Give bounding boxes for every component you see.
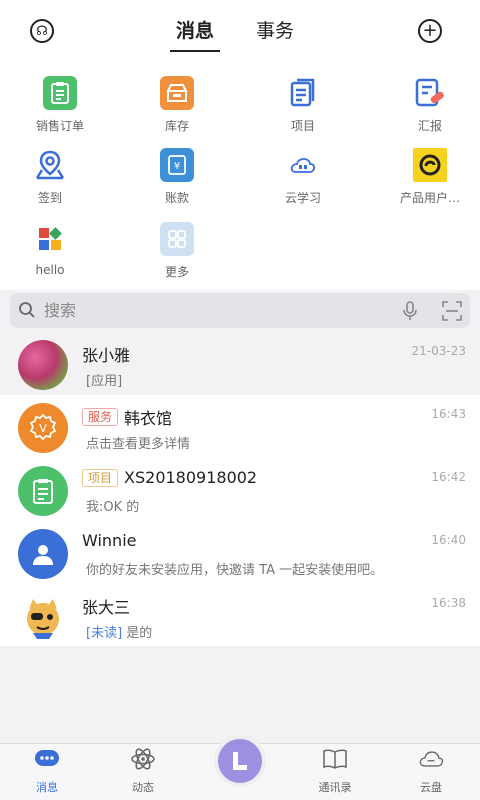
accounts-icon: ¥ [160, 148, 194, 182]
clipboard-avatar [18, 466, 68, 516]
conversation-name-wrap: 张小雅 [82, 342, 130, 366]
conversation-preview: 点击查看更多详情 [86, 437, 191, 452]
svg-text:V: V [39, 422, 47, 435]
app-label: 项目 [290, 119, 315, 133]
svg-text:¥: ¥ [174, 161, 180, 172]
app-more[interactable]: 更多 [117, 222, 237, 288]
report-icon [413, 76, 447, 110]
conversation-row[interactable]: 张大三 [未读] 是的 16:38 [0, 584, 480, 647]
photo-avatar [18, 340, 68, 390]
app-sales-order[interactable]: 销售订单 [0, 76, 120, 142]
hello-app-icon [33, 222, 67, 256]
conversation-row[interactable]: V 服务 韩衣馆 点击查看更多详情 16:43 [0, 395, 480, 458]
book-icon [323, 749, 347, 769]
app-label: 汇报 [417, 119, 442, 133]
center-action-button[interactable] [214, 735, 266, 787]
conversation-name: 张小雅 [82, 346, 131, 365]
cloud-learning-icon [286, 148, 320, 182]
nav-dynamics[interactable]: 动态 [103, 748, 183, 798]
conversation-preview-wrap: [未读] 是的 [86, 622, 456, 641]
conversation-preview: 我:OK 的 [86, 500, 140, 515]
conversation-name-wrap: 服务 韩衣馆 [82, 405, 172, 429]
tab-affairs[interactable]: 事务 [250, 14, 300, 48]
conversation-row[interactable]: Winnie 你的好友未安装应用，快邀请 TA 一起安装使用吧。 16:40 [0, 521, 480, 584]
checkin-icon [33, 148, 67, 182]
conversation-time: 16:40 [431, 533, 466, 547]
nav-label: 云盘 [420, 781, 442, 794]
app-checkin[interactable]: 签到 [0, 148, 110, 214]
search-icon [19, 302, 35, 318]
nav-label: 通讯录 [318, 781, 352, 794]
app-hello[interactable]: hello [0, 222, 110, 288]
app-label: 销售订单 [35, 119, 84, 133]
cloud-icon [419, 751, 444, 767]
app-label: 库存 [164, 119, 189, 133]
conversation-name: 张大三 [82, 598, 131, 617]
sales-order-icon [43, 76, 77, 110]
app-report[interactable]: 汇报 [370, 76, 480, 142]
inventory-icon [160, 76, 194, 110]
conversation-time: 16:42 [431, 470, 466, 484]
messages-icon [35, 750, 59, 766]
person-avatar [18, 529, 68, 579]
tab-messages[interactable]: 消息 [170, 14, 221, 52]
app-label: 云学习 [284, 191, 321, 205]
product-user-icon [413, 148, 447, 182]
app-label: 签到 [37, 191, 62, 205]
conversation-preview: 你的好友未安装应用，快邀请 TA 一起安装使用吧。 [86, 563, 384, 578]
app-accounts[interactable]: ¥ 账款 [117, 148, 237, 214]
app-label: 账款 [164, 191, 189, 205]
nav-messages[interactable]: 消息 [7, 748, 87, 798]
service-tag: 服务 [82, 408, 119, 426]
atom-icon [131, 748, 155, 770]
conversation-time: 21-03-23 [411, 344, 466, 358]
nav-label: 动态 [132, 781, 154, 794]
nav-cloud-disk[interactable]: 云盘 [391, 748, 471, 798]
nav-contacts[interactable]: 通讯录 [295, 748, 375, 798]
app-project[interactable]: 项目 [243, 76, 363, 142]
search-input[interactable] [44, 297, 384, 324]
nav-label: 消息 [36, 781, 58, 794]
search-bar-container [0, 290, 480, 332]
center-logo-icon [218, 739, 262, 783]
conversation-row[interactable]: 项目 XS20180918002 我:OK 的 16:42 [0, 458, 480, 521]
conversation-name: Winnie [82, 531, 137, 550]
top-bar: ☊ 消息 事务 + [0, 0, 480, 60]
unread-label: [未读] [86, 626, 123, 641]
conversation-row[interactable]: 张小雅 [应用] 21-03-23 [0, 332, 480, 395]
add-icon[interactable]: + [418, 19, 442, 43]
conversation-preview: 是的 [126, 626, 153, 641]
conversation-name: 韩衣馆 [124, 409, 173, 428]
conversation-name-wrap: Winnie [82, 531, 136, 550]
scan-icon[interactable] [442, 301, 462, 321]
more-apps-icon [160, 222, 194, 256]
app-label: 产品用户… [399, 191, 460, 205]
project-icon [286, 76, 320, 110]
search-bar[interactable] [10, 293, 470, 328]
microphone-icon[interactable] [402, 301, 418, 321]
cartoon-avatar [18, 592, 68, 642]
conversation-time: 16:43 [431, 407, 466, 421]
conversation-name: XS20180918002 [124, 468, 258, 487]
conversation-list: 张小雅 [应用] 21-03-23 V 服务 韩衣馆 点击查看更多详情 16:4… [0, 332, 480, 646]
app-grid: 销售订单 库存 项目 汇报 签到 ¥ 账款 云学习 产品用户… hello 更多 [0, 60, 480, 290]
user-profile-icon[interactable]: ☊ [30, 19, 54, 43]
conversation-name-wrap: 项目 XS20180918002 [82, 468, 257, 487]
app-product-user[interactable]: 产品用户… [370, 148, 480, 214]
header-tabs: 消息 事务 [170, 14, 320, 52]
app-cloud-learning[interactable]: 云学习 [243, 148, 363, 214]
vip-avatar: V [18, 403, 68, 453]
app-inventory[interactable]: 库存 [117, 76, 237, 142]
conversation-time: 16:38 [431, 596, 466, 610]
conversation-name-wrap: 张大三 [82, 594, 130, 618]
project-tag: 项目 [82, 468, 119, 487]
conversation-preview: [应用] [86, 374, 123, 389]
app-label: 更多 [164, 265, 189, 279]
app-label: hello [35, 263, 65, 277]
